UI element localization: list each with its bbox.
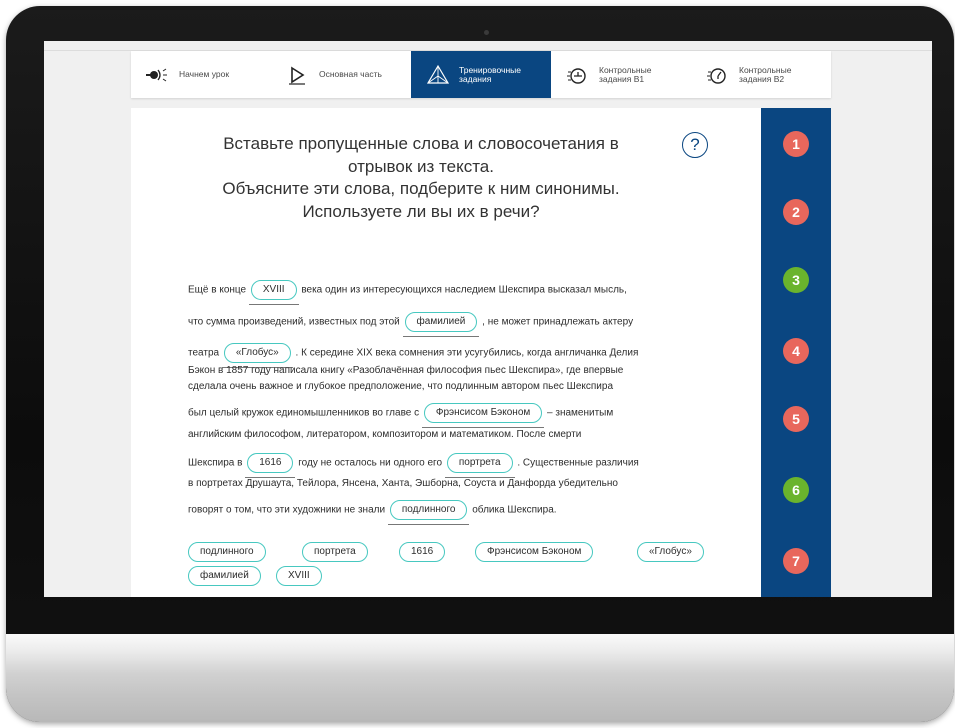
text-line: что сумма произведений, известных под эт…: [188, 312, 634, 337]
text-fragment: , не может принадлежать актеру: [482, 316, 634, 328]
text-fragment: был целый кружок единомышленников во гла…: [188, 407, 420, 419]
nav-label: Контрольные задания В2: [739, 64, 792, 84]
filled-answer[interactable]: 1616: [247, 453, 294, 473]
option-chip[interactable]: 1616: [399, 542, 446, 562]
nav-label: Контрольные задания В1: [599, 64, 652, 84]
option-chip[interactable]: фамилией: [188, 566, 261, 586]
task-number-6[interactable]: 6: [783, 477, 809, 503]
text-fragment: века один из интересующихся наследием Ше…: [301, 284, 627, 296]
nav-label: Начнем урок: [179, 69, 230, 79]
help-button[interactable]: ?: [682, 132, 708, 158]
task-numbers-panel: 1 2 3 4 5 6 7: [761, 108, 831, 597]
text-fragment: – знаменитым: [547, 407, 614, 419]
answer-blank[interactable]: портрета: [444, 453, 515, 478]
answer-blank[interactable]: фамилией: [402, 312, 480, 337]
text-line: Бэкон в 1857 году написала книгу «Разобл…: [188, 365, 624, 376]
nav-start-lesson[interactable]: Начнем урок: [131, 51, 271, 98]
nav-control-b2[interactable]: Контрольные задания В2: [691, 51, 831, 98]
text-fragment: году не осталось ни одного его: [298, 457, 443, 469]
title-line: Объясните эти слова, подберите к ним син…: [222, 179, 620, 198]
task-number-4[interactable]: 4: [783, 338, 809, 364]
text-line: сделала очень важное и глубокое предполо…: [188, 381, 614, 392]
text-fragment: Шекспира в: [188, 457, 243, 469]
text-line: Ещё в конце XVIII века один из интересую…: [188, 280, 627, 305]
answer-blank[interactable]: 1616: [245, 453, 296, 478]
task-number-1[interactable]: 1: [783, 131, 809, 157]
task-title: Вставьте пропущенные слова и словосочета…: [171, 133, 671, 223]
filled-answer[interactable]: «Глобус»: [223, 343, 291, 363]
timer-b2-icon: [707, 67, 726, 84]
title-line: Используете ли вы их в речи?: [302, 201, 540, 221]
text-fragment: Ещё в конце: [188, 284, 247, 296]
answer-blank[interactable]: подлинного: [387, 500, 470, 525]
nav-label: Тренировочные задания: [459, 64, 521, 84]
chin-highlight: [6, 634, 954, 674]
text-line: английским философом, литератором, компо…: [188, 429, 582, 440]
text-fragment: . Существенные различия: [517, 457, 639, 469]
answer-blank[interactable]: Фрэнсисом Бэконом: [421, 403, 545, 428]
title-line: Вставьте пропущенные слова и словосочета…: [223, 134, 619, 153]
option-chip[interactable]: XVIII: [276, 566, 322, 586]
timer-b1-icon: [567, 67, 586, 84]
text-line: в портретах Друшаута, Тейлора, Янсена, Х…: [188, 478, 618, 489]
text-line: Шекспира в 1616 году не осталось ни одно…: [188, 453, 639, 478]
nav-main-part[interactable]: Основная часть: [271, 51, 411, 98]
nav-control-b1[interactable]: Контрольные задания В1: [551, 51, 691, 98]
play-screen-icon: [289, 66, 305, 85]
text-line: был целый кружок единомышленников во гла…: [188, 403, 614, 428]
task-number-3[interactable]: 3: [783, 267, 809, 293]
task-number-7[interactable]: 7: [783, 548, 809, 574]
task-number-5[interactable]: 5: [783, 406, 809, 432]
option-chip[interactable]: Фрэнсисом Бэконом: [475, 542, 594, 562]
text-fragment: что сумма произведений, известных под эт…: [188, 316, 400, 328]
text-line: говорят о том, что эти художники не знал…: [188, 500, 557, 525]
text-fragment: театра: [188, 347, 220, 359]
text-fragment: . К середине XIX века сомнения эти усугу…: [295, 347, 639, 359]
filled-answer[interactable]: фамилией: [404, 312, 478, 332]
pyramid-icon: [426, 64, 450, 84]
option-chip[interactable]: подлинного: [188, 542, 266, 562]
screen: Начнем урок Основная часть Тренировочные…: [44, 41, 932, 597]
whistle-icon: [146, 68, 167, 81]
text-fragment: говорят о том, что эти художники не знал…: [188, 504, 386, 516]
option-chip[interactable]: «Глобус»: [637, 542, 704, 562]
filled-answer[interactable]: XVIII: [250, 280, 297, 300]
task-card: Вставьте пропущенные слова и словосочета…: [131, 108, 763, 597]
nav-training-tasks[interactable]: Тренировочные задания: [411, 51, 551, 98]
task-number-2[interactable]: 2: [783, 199, 809, 225]
camera-dot: [484, 30, 489, 35]
nav-label: Основная часть: [319, 69, 382, 79]
filled-answer[interactable]: подлинного: [389, 500, 468, 520]
option-chip[interactable]: портрета: [302, 542, 368, 562]
filled-answer[interactable]: Фрэнсисом Бэконом: [423, 403, 543, 423]
answer-blank[interactable]: «Глобус»: [221, 343, 293, 368]
title-line: отрывок из текста.: [348, 156, 494, 176]
text-fragment: облика Шекспира.: [472, 504, 557, 516]
answer-blank[interactable]: XVIII: [248, 280, 299, 305]
text-line: театра «Глобус» . К середине XIX века со…: [188, 343, 639, 368]
lesson-nav: Начнем урок Основная часть Тренировочные…: [131, 51, 831, 98]
filled-answer[interactable]: портрета: [446, 453, 513, 473]
